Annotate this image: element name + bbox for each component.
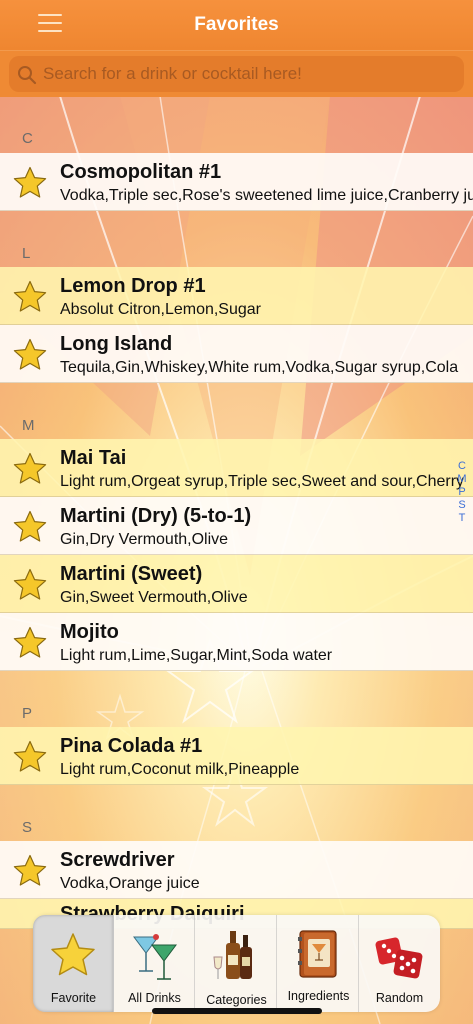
star-icon[interactable] <box>13 166 47 199</box>
drink-name: Martini (Dry) (5-to-1) <box>60 505 252 527</box>
star-icon[interactable] <box>13 338 47 371</box>
drink-row[interactable]: Lemon Drop #1 Absolut Citron,Lemon,Sugar <box>0 267 473 325</box>
index-letter[interactable]: T <box>455 512 469 525</box>
section-header-l: L <box>22 245 31 262</box>
drink-row[interactable]: Long Island Tequila,Gin,Whiskey,White ru… <box>0 325 473 383</box>
bottles-icon <box>213 931 252 979</box>
star-icon[interactable] <box>13 510 47 543</box>
search-bar <box>0 50 473 97</box>
index-letter[interactable]: C <box>455 460 469 473</box>
search-input[interactable] <box>43 56 453 92</box>
drink-name: Screwdriver <box>60 849 175 871</box>
drink-name: Martini (Sweet) <box>60 563 203 585</box>
section-header-c: C <box>22 130 33 147</box>
tab-all-drinks[interactable]: All Drinks <box>114 915 195 1012</box>
star-icon[interactable] <box>13 740 47 773</box>
star-icon[interactable] <box>13 568 47 601</box>
section-header-p: P <box>22 705 33 722</box>
search-icon <box>18 66 37 85</box>
navigation-bar: Favorites <box>0 0 473 50</box>
tab-label: Ingredients <box>287 989 350 1003</box>
star-icon <box>51 933 95 976</box>
drink-ingredients: Vodka,Triple sec,Rose's sweetened lime j… <box>60 187 473 204</box>
tab-label: Random <box>375 991 424 1005</box>
drink-ingredients: Gin,Sweet Vermouth,Olive <box>60 589 248 606</box>
tab-label: Categories <box>206 993 267 1007</box>
drink-ingredients: Absolut Citron,Lemon,Sugar <box>60 301 261 318</box>
section-index[interactable]: C M P S T <box>455 460 469 525</box>
star-icon[interactable] <box>13 854 47 887</box>
drink-row[interactable]: Mojito Light rum,Lime,Sugar,Mint,Soda wa… <box>0 613 473 671</box>
tab-label: Favorite <box>50 991 97 1005</box>
drink-ingredients: Light rum,Orgeat syrup,Triple sec,Sweet … <box>60 473 465 490</box>
drink-name: Cosmopolitan #1 <box>60 161 222 183</box>
search-field[interactable] <box>9 56 464 92</box>
index-letter[interactable]: P <box>455 486 469 499</box>
recipe-book-icon <box>298 930 337 978</box>
home-indicator[interactable] <box>152 1008 322 1014</box>
drink-name: Long Island <box>60 333 173 355</box>
dice-icon <box>375 937 423 979</box>
drink-ingredients: Light rum,Coconut milk,Pineapple <box>60 761 300 778</box>
index-letter[interactable]: M <box>455 473 469 486</box>
drink-row[interactable]: Screwdriver Vodka,Orange juice <box>0 841 473 899</box>
drink-ingredients: Tequila,Gin,Whiskey,White rum,Vodka,Suga… <box>60 359 459 376</box>
drink-ingredients: Vodka,Orange juice <box>60 875 200 892</box>
tab-categories[interactable]: Categories <box>196 915 277 1012</box>
drink-name: Pina Colada #1 <box>60 735 203 757</box>
drink-name: Lemon Drop #1 <box>60 275 206 297</box>
tab-random[interactable]: Random <box>359 915 440 1012</box>
tab-ingredients[interactable]: Ingredients <box>278 915 359 1012</box>
drink-name: Mojito <box>60 621 119 643</box>
tab-bar: Favorite All Drinks Categories Ingredien… <box>33 915 440 1012</box>
star-icon[interactable] <box>13 452 47 485</box>
star-icon[interactable] <box>13 626 47 659</box>
drink-row[interactable]: Mai Tai Light rum,Orgeat syrup,Triple se… <box>0 439 473 497</box>
tab-favorite[interactable]: Favorite <box>33 915 114 1012</box>
drink-ingredients: Gin,Dry Vermouth,Olive <box>60 531 229 548</box>
drink-name: Mai Tai <box>60 447 127 469</box>
cocktail-glasses-icon <box>133 934 177 980</box>
page-title: Favorites <box>194 14 279 35</box>
tab-label: All Drinks <box>128 991 181 1005</box>
section-header-m: M <box>22 417 35 434</box>
drink-row[interactable]: Martini (Sweet) Gin,Sweet Vermouth,Olive <box>0 555 473 613</box>
star-icon[interactable] <box>13 280 47 313</box>
index-letter[interactable]: S <box>455 499 469 512</box>
drink-row[interactable]: Pina Colada #1 Light rum,Coconut milk,Pi… <box>0 727 473 785</box>
section-header-s: S <box>22 819 33 836</box>
drink-ingredients: Light rum,Lime,Sugar,Mint,Soda water <box>60 647 333 664</box>
drink-row[interactable]: Martini (Dry) (5-to-1) Gin,Dry Vermouth,… <box>0 497 473 555</box>
drink-row[interactable]: Cosmopolitan #1 Vodka,Triple sec,Rose's … <box>0 153 473 211</box>
